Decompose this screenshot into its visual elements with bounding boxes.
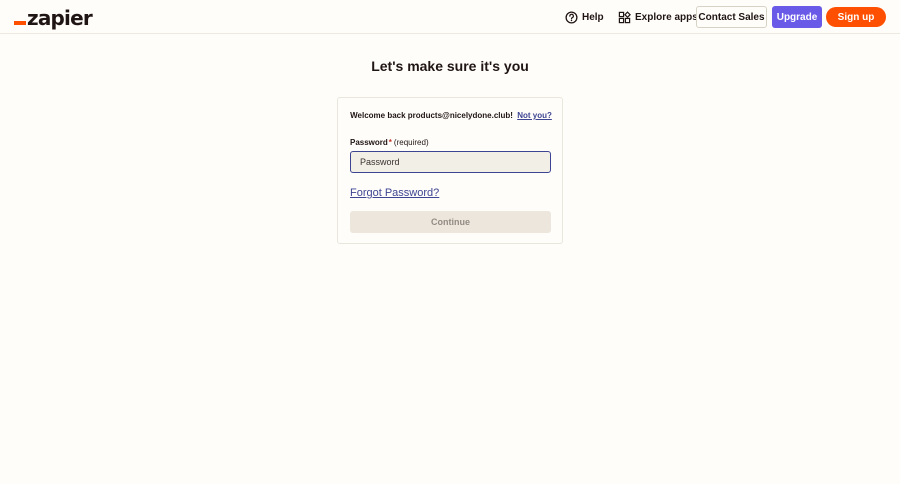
- not-you-link[interactable]: Not you?: [517, 111, 552, 120]
- welcome-message: Welcome back products@nicelydone.club! N…: [338, 111, 564, 120]
- explore-apps-link[interactable]: Explore apps: [618, 8, 698, 26]
- logo-wordmark: zapier: [27, 6, 93, 30]
- welcome-text: Welcome back products@nicelydone.club!: [350, 111, 513, 120]
- upgrade-button[interactable]: Upgrade: [772, 6, 822, 28]
- help-label: Help: [582, 11, 604, 23]
- sign-up-button[interactable]: Sign up: [826, 7, 886, 27]
- password-label: Password: [350, 138, 388, 147]
- help-circle-icon: [565, 10, 578, 24]
- grid-apps-icon: [618, 10, 631, 23]
- explore-apps-label: Explore apps: [635, 11, 698, 23]
- page-title: Let's make sure it's you: [371, 58, 529, 74]
- login-card: Welcome back products@nicelydone.club! N…: [337, 97, 563, 244]
- continue-button[interactable]: Continue: [350, 211, 551, 233]
- contact-sales-button[interactable]: Contact Sales: [696, 6, 767, 28]
- password-field-label: Password* (required): [350, 138, 429, 147]
- help-link[interactable]: Help: [565, 8, 604, 26]
- zapier-logo[interactable]: zapier: [14, 6, 93, 30]
- forgot-password-link[interactable]: Forgot Password?: [350, 187, 439, 199]
- required-asterisk: *: [388, 138, 392, 147]
- required-text: (required): [393, 138, 429, 147]
- password-input[interactable]: [350, 151, 551, 173]
- logo-underscore-mark: [14, 21, 26, 25]
- top-navbar: zapier Help Explore apps Contact Sales U…: [0, 0, 900, 34]
